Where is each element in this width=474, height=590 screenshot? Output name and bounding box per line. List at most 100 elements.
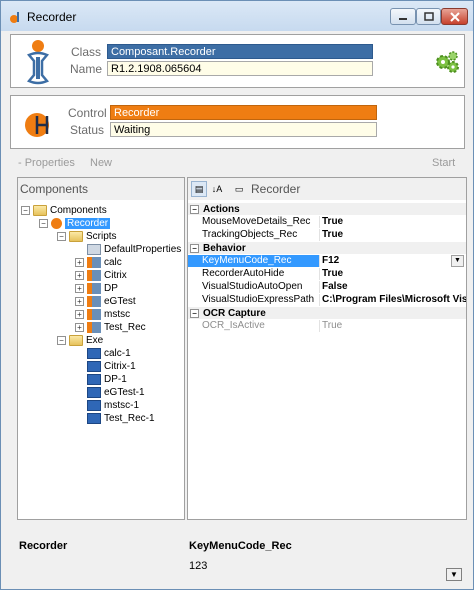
control-field[interactable]: Recorder: [110, 105, 377, 120]
tree-node-scripts[interactable]: − Scripts: [57, 230, 117, 243]
property-row-disabled[interactable]: OCR_IsActive True: [188, 320, 466, 332]
category-behavior[interactable]: − Behavior: [188, 242, 466, 254]
properties-icon: [87, 244, 101, 255]
gears-icon[interactable]: [434, 50, 460, 74]
property-row[interactable]: VisualStudioExpressPath C:\Program Files…: [188, 294, 466, 306]
sort-alphabetical-icon[interactable]: ↓A: [209, 181, 225, 197]
property-value[interactable]: True: [320, 229, 466, 241]
property-value[interactable]: F12: [320, 255, 466, 267]
folder-icon: [69, 231, 83, 242]
tree-node-dp[interactable]: + DP: [75, 282, 118, 295]
tree-node-egtest[interactable]: + eGTest: [75, 295, 136, 308]
executable-icon: [87, 387, 101, 398]
property-name: VisualStudioAutoOpen: [188, 281, 320, 293]
tree-node-exe[interactable]: − Exe: [57, 334, 103, 347]
property-name: OCR_IsActive: [188, 320, 320, 332]
folder-icon: [33, 205, 47, 216]
tree-node-test-rec[interactable]: + Test_Rec: [75, 321, 146, 334]
categorized-icon[interactable]: ▤: [191, 181, 207, 197]
expand-icon[interactable]: +: [75, 271, 84, 280]
components-tree[interactable]: − Components − Recorder − Scripts Defaul…: [18, 201, 184, 519]
tree-label: mstsc-1: [104, 400, 139, 411]
control-status-panel: Control Recorder Status Waiting: [10, 95, 465, 149]
property-grid-toolbar: ▤ ↓A ▭ Recorder: [188, 178, 466, 200]
component-info-panel: Class Composant.Recorder Name R1.2.1908.…: [10, 34, 465, 88]
tree-node-test-rec-1[interactable]: Test_Rec-1: [87, 412, 155, 425]
property-name: RecorderAutoHide: [188, 268, 320, 280]
components-header: Components: [18, 178, 184, 200]
recorder-window: Recorder Class Composant.Recorder Name R…: [0, 0, 474, 590]
maximize-button[interactable]: [416, 8, 441, 25]
expand-icon[interactable]: +: [75, 323, 84, 332]
property-name: KeyMenuCode_Rec: [188, 255, 320, 267]
property-name: VisualStudioExpressPath: [188, 294, 320, 306]
corner-dropdown-arrow-icon[interactable]: ▼: [446, 568, 462, 581]
category-label: Behavior: [203, 242, 246, 254]
dropdown-arrow-icon[interactable]: ▼: [451, 255, 464, 267]
new-button[interactable]: New: [90, 157, 112, 169]
collapse-icon[interactable]: −: [57, 232, 66, 241]
tree-label: DefaultProperties: [104, 244, 182, 255]
property-row[interactable]: MouseMoveDetails_Rec True: [188, 216, 466, 228]
tree-node-defaultproperties[interactable]: DefaultProperties: [87, 243, 181, 256]
tree-node-dp-1[interactable]: DP-1: [87, 373, 127, 386]
tree-label: eGTest-1: [104, 387, 145, 398]
category-label: OCR Capture: [203, 307, 266, 319]
expand-icon[interactable]: +: [75, 310, 84, 319]
script-icon: [87, 322, 101, 333]
property-pages-icon[interactable]: ▭: [231, 181, 247, 197]
property-grid[interactable]: − Actions MouseMoveDetails_Rec True Trac…: [188, 201, 466, 519]
recorder-app-icon: [10, 12, 19, 23]
tree-label: Citrix: [104, 270, 127, 281]
tree-node-calc[interactable]: + calc: [75, 256, 122, 269]
collapse-icon[interactable]: −: [39, 219, 48, 228]
category-ocr-capture[interactable]: − OCR Capture: [188, 307, 466, 319]
property-value[interactable]: True: [320, 268, 466, 280]
property-row[interactable]: VisualStudioAutoOpen False: [188, 281, 466, 293]
expand-icon[interactable]: +: [75, 297, 84, 306]
expand-icon[interactable]: +: [75, 258, 84, 267]
tree-node-recorder[interactable]: − Recorder: [39, 217, 111, 230]
name-field[interactable]: R1.2.1908.065604: [107, 61, 373, 76]
tree-node-calc-1[interactable]: calc-1: [87, 347, 131, 360]
collapse-icon[interactable]: −: [190, 308, 199, 318]
collapse-icon[interactable]: −: [57, 336, 66, 345]
minimize-button[interactable]: [390, 8, 416, 25]
tree-node-egtest-1[interactable]: eGTest-1: [87, 386, 145, 399]
tree-label: mstsc: [104, 309, 131, 320]
collapse-icon[interactable]: −: [21, 206, 30, 215]
tree-node-citrix-1[interactable]: Citrix-1: [87, 360, 136, 373]
executable-icon: [87, 348, 101, 359]
property-grid-object: Recorder: [251, 182, 301, 196]
start-button[interactable]: Start: [432, 157, 455, 169]
collapse-icon[interactable]: −: [190, 243, 199, 253]
control-logo-icon: [25, 113, 49, 137]
tree-label: DP: [104, 283, 118, 294]
properties-toggle[interactable]: - Properties: [18, 157, 75, 169]
property-row[interactable]: RecorderAutoHide True: [188, 268, 466, 280]
tree-label: Exe: [86, 335, 104, 346]
script-icon: [87, 283, 101, 294]
category-actions[interactable]: − Actions: [188, 203, 466, 215]
expand-icon[interactable]: +: [75, 284, 84, 293]
property-value[interactable]: True: [320, 216, 466, 228]
property-row[interactable]: TrackingObjects_Rec True: [188, 229, 466, 241]
class-field[interactable]: Composant.Recorder: [107, 44, 373, 59]
close-button[interactable]: [441, 8, 468, 25]
collapse-icon[interactable]: −: [190, 204, 199, 214]
property-grid-pane: ▤ ↓A ▭ Recorder − Actions MouseMoveDetai…: [187, 177, 467, 520]
title-bar[interactable]: Recorder: [1, 1, 473, 31]
status-field[interactable]: Waiting: [110, 122, 377, 137]
tree-label: Test_Rec: [104, 322, 146, 333]
tree-node-mstsc-1[interactable]: mstsc-1: [87, 399, 139, 412]
property-row-selected[interactable]: KeyMenuCode_Rec F12 ▼: [188, 255, 466, 267]
tree-node-citrix[interactable]: + Citrix: [75, 269, 127, 282]
tree-label: calc: [104, 257, 122, 268]
tree-node-components[interactable]: − Components: [21, 204, 107, 217]
property-value[interactable]: True: [320, 320, 466, 332]
property-value[interactable]: False: [320, 281, 466, 293]
property-name: MouseMoveDetails_Rec: [188, 216, 320, 228]
client-area: Class Composant.Recorder Name R1.2.1908.…: [8, 31, 467, 583]
property-value[interactable]: C:\Program Files\Microsoft Visu: [320, 294, 466, 306]
tree-node-mstsc[interactable]: + mstsc: [75, 308, 130, 321]
